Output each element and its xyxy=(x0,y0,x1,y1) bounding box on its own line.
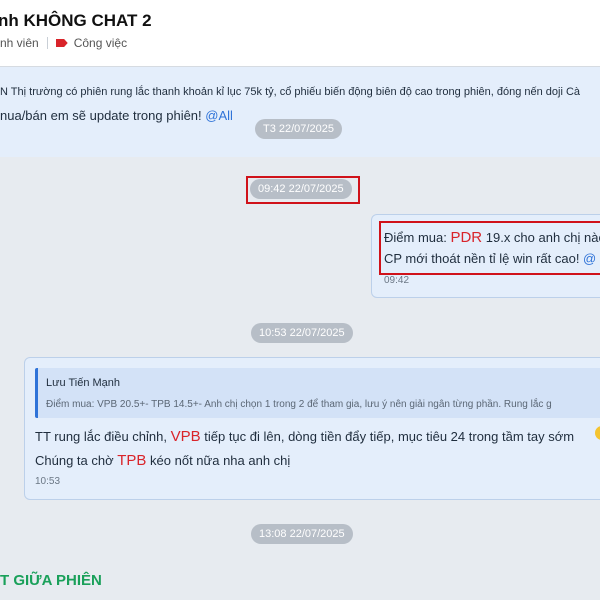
timestamp-divider: 13:08 22/07/2025 xyxy=(251,524,353,544)
highlight-message xyxy=(379,221,600,275)
message-time: 10:53 xyxy=(35,476,61,487)
tag-icon xyxy=(55,39,68,47)
quoted-message[interactable]: Lưu Tiến Mạnh Điểm mua: VPB 20.5+- TPB 1… xyxy=(35,368,600,418)
mention-all[interactable]: @All xyxy=(205,108,233,123)
message-time: 09:42 xyxy=(384,275,410,286)
quote-author: Lưu Tiến Mạnh xyxy=(46,377,121,389)
meta-divider xyxy=(46,37,48,49)
emoji-icon xyxy=(595,426,600,440)
timestamp-divider: 09:42 22/07/2025 xyxy=(250,179,352,199)
ticker-vpb: VPB xyxy=(170,428,201,445)
pinned-text: N Thị trường có phiên rung lắc thanh kho… xyxy=(0,86,581,98)
ticker-tpb: TPB xyxy=(117,452,147,469)
timestamp-divider: 10:53 22/07/2025 xyxy=(251,323,353,343)
tag-label[interactable]: Công việc xyxy=(74,36,127,50)
message-line: Chúng ta chờ TPB kéo nốt nữa nha anh chị xyxy=(35,452,291,469)
message-line: TT rung lắc điều chỉnh, VPB tiếp tục đi … xyxy=(35,428,575,445)
chat-header: nh KHÔNG CHAT 2 nh viên Công việc xyxy=(0,0,600,67)
conversation-meta: nh viên Công việc xyxy=(0,36,127,50)
date-separator: T3 22/07/2025 xyxy=(255,119,342,139)
members-link[interactable]: nh viên xyxy=(0,36,39,50)
chat-area[interactable]: N Thị trường có phiên rung lắc thanh kho… xyxy=(0,67,600,600)
pinned-message[interactable]: N Thị trường có phiên rung lắc thanh kho… xyxy=(0,67,600,157)
conversation-title[interactable]: nh KHÔNG CHAT 2 xyxy=(0,11,152,31)
message-bubble[interactable]: Lưu Tiến Mạnh Điểm mua: VPB 20.5+- TPB 1… xyxy=(24,357,600,500)
quote-text: Điểm mua: VPB 20.5+- TPB 14.5+- Anh chị … xyxy=(46,399,552,410)
section-heading: T GIỮA PHIÊN xyxy=(0,572,102,589)
pinned-text-line2: nua/bán em sẽ update trong phiên! @All xyxy=(0,108,233,123)
